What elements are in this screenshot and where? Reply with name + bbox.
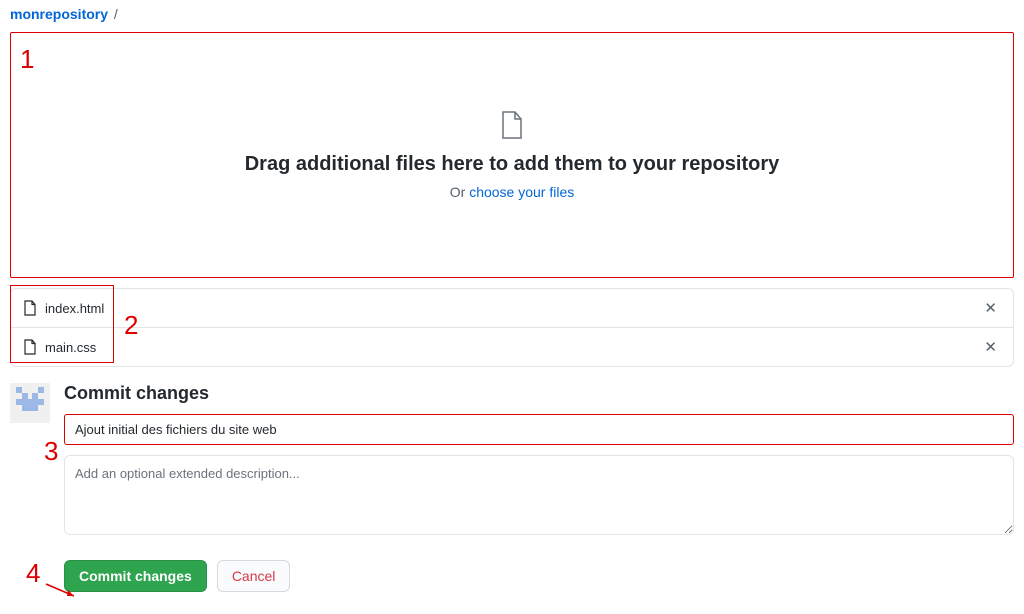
dropzone[interactable]: Drag additional files here to add them t… [10,32,1014,278]
file-row: index.html ✕ [11,289,1013,328]
file-icon [500,111,524,139]
choose-files-link[interactable]: choose your files [469,184,574,200]
document-icon [23,300,37,316]
file-list: index.html ✕ main.css ✕ [10,288,1014,367]
breadcrumb: monrepository / [0,0,1024,28]
commit-description-textarea[interactable] [64,455,1014,535]
file-name: main.css [45,340,96,355]
dropzone-title: Drag additional files here to add them t… [245,153,780,176]
cancel-button[interactable]: Cancel [217,560,291,592]
commit-section: Commit changes [10,383,1014,540]
avatar [10,383,50,423]
breadcrumb-sep: / [114,6,118,22]
repo-link[interactable]: monrepository [10,6,108,22]
commit-changes-button[interactable]: Commit changes [64,560,207,592]
dropzone-or: Or choose your files [450,184,575,200]
commit-summary-input[interactable] [64,414,1014,445]
document-icon [23,339,37,355]
commit-actions: Commit changes Cancel [64,560,1024,592]
commit-heading: Commit changes [64,383,1014,404]
file-name: index.html [45,301,104,316]
annotation-4: 4 [26,558,40,589]
file-row: main.css ✕ [11,328,1013,366]
remove-file-button[interactable]: ✕ [980,299,1001,317]
remove-file-button[interactable]: ✕ [980,338,1001,356]
dropzone-or-prefix: Or [450,184,469,200]
